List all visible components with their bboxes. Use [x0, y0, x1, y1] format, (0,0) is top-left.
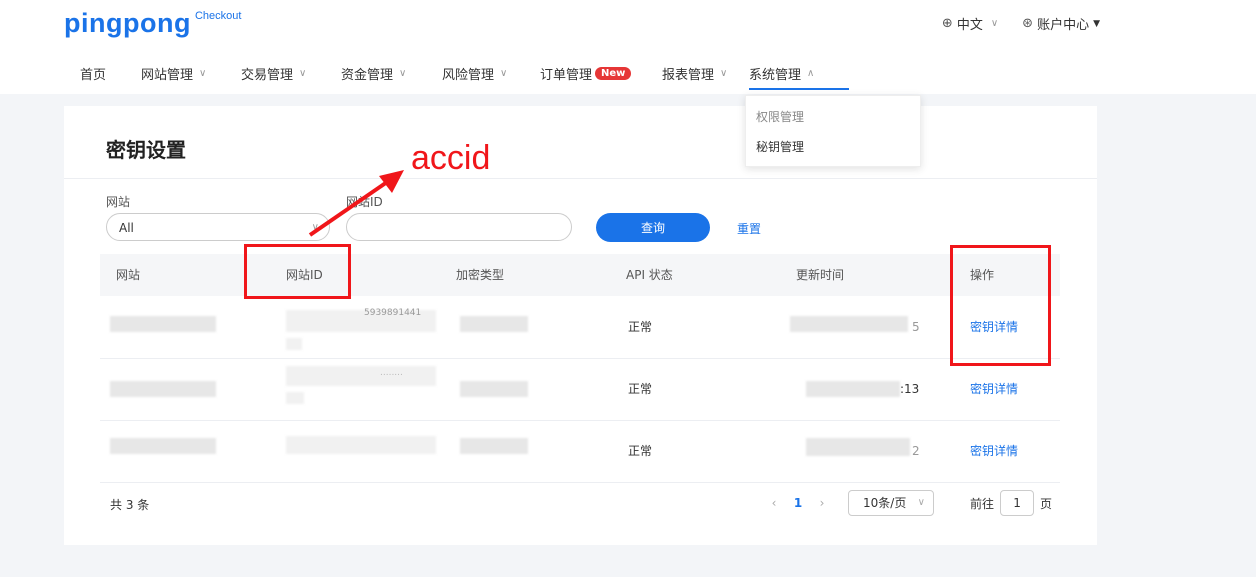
query-button[interactable]: 查询: [596, 213, 710, 242]
annotation-arrow-icon: [308, 170, 404, 237]
nav-label: 订单管理: [540, 67, 593, 83]
top-right-menu: ⊕ 中文 ∨ ⊛ 账户中心 ▼: [942, 14, 1100, 33]
goto-page: 前往 1 页: [970, 490, 1052, 516]
annotation-box-actions: [950, 245, 1051, 366]
caret-down-icon: ▼: [1093, 18, 1100, 29]
update-time-partial: 5: [912, 320, 920, 334]
nav-system-management[interactable]: 系统管理 ∧: [749, 56, 849, 90]
nav-report-management[interactable]: 报表管理 ∨: [662, 56, 749, 90]
account-center[interactable]: ⊛ 账户中心 ▼: [1022, 14, 1100, 33]
nav-label: 首页: [80, 67, 107, 83]
key-details-link[interactable]: 密钥详情: [970, 420, 1018, 482]
nav-label: 资金管理: [341, 67, 394, 83]
site-id-partial: ........: [380, 368, 403, 378]
nav-order-management[interactable]: 订单管理 New: [540, 56, 662, 90]
divider: [64, 178, 1097, 179]
redacted-site: [110, 438, 216, 454]
goto-page-input[interactable]: 1: [1000, 490, 1035, 516]
redacted-site-id: [286, 392, 304, 404]
site-select[interactable]: All ∨: [106, 213, 330, 241]
redacted-site-id: [286, 366, 436, 386]
prev-page-button[interactable]: ‹: [762, 496, 786, 510]
chevron-down-icon: ∨: [199, 67, 207, 79]
nav-label: 网站管理: [141, 67, 194, 83]
update-time-partial: :13: [900, 382, 920, 396]
page-suffix: 页: [1040, 496, 1053, 511]
col-encrypt-type: 加密类型: [456, 268, 505, 282]
redacted-site: [110, 381, 216, 397]
new-badge: New: [595, 66, 632, 80]
chevron-down-icon: ∨: [720, 67, 728, 79]
nav-fund-management[interactable]: 资金管理 ∨: [341, 56, 442, 90]
goto-label: 前往: [970, 496, 995, 511]
main-nav: 首页 网站管理 ∨ 交易管理 ∨ 资金管理 ∨ 风险管理 ∨ 订单管理 New 报表管理 ∨…: [80, 56, 849, 90]
update-time-partial: 2: [912, 444, 920, 458]
nav-label: 报表管理: [662, 67, 715, 83]
total-count: 共 3 条: [110, 498, 150, 512]
key-details-link[interactable]: 密钥详情: [970, 358, 1018, 420]
annotation-text: accid: [411, 139, 491, 177]
nav-home[interactable]: 首页: [80, 56, 141, 90]
brand-sub: Checkout: [194, 10, 242, 22]
redacted-site: [110, 316, 216, 332]
globe-icon: ⊕: [941, 16, 953, 31]
api-status: 正常: [628, 444, 653, 458]
chevron-down-icon: ∨: [990, 18, 999, 29]
redacted-encrypt: [460, 438, 528, 454]
chevron-down-icon: ∨: [500, 67, 508, 79]
nav-site-management[interactable]: 网站管理 ∨: [141, 56, 241, 90]
redacted-time: [790, 316, 908, 332]
redacted-time: [806, 438, 910, 456]
chevron-up-icon: ∧: [807, 67, 815, 79]
brand-logo[interactable]: pingpong Checkout: [64, 8, 241, 38]
reset-button[interactable]: 重置: [737, 220, 761, 237]
redacted-site-id: [286, 338, 302, 350]
nav-label: 风险管理: [442, 67, 495, 83]
page-title: 密钥设置: [106, 138, 186, 162]
redacted-encrypt: [460, 381, 528, 397]
site-id-partial: 5939891441: [364, 308, 422, 318]
nav-transaction-management[interactable]: 交易管理 ∨: [241, 56, 341, 90]
chevron-down-icon: ∨: [399, 67, 407, 79]
redacted-site-id: [286, 436, 436, 454]
nav-label: 系统管理: [749, 67, 802, 83]
language-label: 中文: [956, 18, 983, 33]
page-size-value: 10条/页: [863, 496, 907, 510]
annotation-box-site-id: [244, 244, 351, 299]
nav-label: 交易管理: [241, 67, 294, 83]
col-update-time: 更新时间: [796, 268, 845, 282]
site-select-value: All: [119, 221, 134, 235]
redacted-time: [806, 381, 900, 397]
pagination: ‹ 1 › 10条/页 ∨: [762, 490, 934, 516]
api-status: 正常: [628, 382, 653, 396]
page-size-select[interactable]: 10条/页 ∨: [848, 490, 934, 516]
content-card: 密钥设置 网站 All ∨ 网站ID 查询 重置 网站 网站ID 加密类型 AP…: [64, 106, 1097, 545]
user-icon: ⊛: [1022, 16, 1034, 31]
menu-item-permission[interactable]: 权限管理: [746, 102, 920, 132]
table-row: 5939891441 正常 5 密钥详情: [100, 296, 1060, 359]
brand-name: pingpong: [64, 8, 191, 38]
api-status: 正常: [628, 320, 653, 334]
table-row: 正常 2 密钥详情: [100, 420, 1060, 483]
menu-item-key-management[interactable]: 秘钥管理: [746, 132, 920, 162]
next-page-button[interactable]: ›: [810, 496, 834, 510]
redacted-encrypt: [460, 316, 528, 332]
nav-risk-management[interactable]: 风险管理 ∨: [442, 56, 540, 90]
top-header: pingpong Checkout ⊕ 中文 ∨ ⊛ 账户中心 ▼ 首页 网站管…: [0, 0, 1256, 94]
language-switch[interactable]: ⊕ 中文 ∨: [942, 14, 998, 33]
account-label: 账户中心: [1037, 18, 1090, 33]
table-row: ........ 正常 :13 密钥详情: [100, 358, 1060, 421]
col-api-status: API 状态: [626, 268, 673, 282]
current-page[interactable]: 1: [786, 496, 810, 510]
col-site: 网站: [116, 268, 141, 282]
chevron-down-icon: ∨: [299, 67, 307, 79]
site-filter-label: 网站: [106, 195, 131, 209]
system-dropdown-menu: 权限管理 秘钥管理: [745, 95, 921, 167]
chevron-down-icon: ∨: [917, 497, 925, 508]
